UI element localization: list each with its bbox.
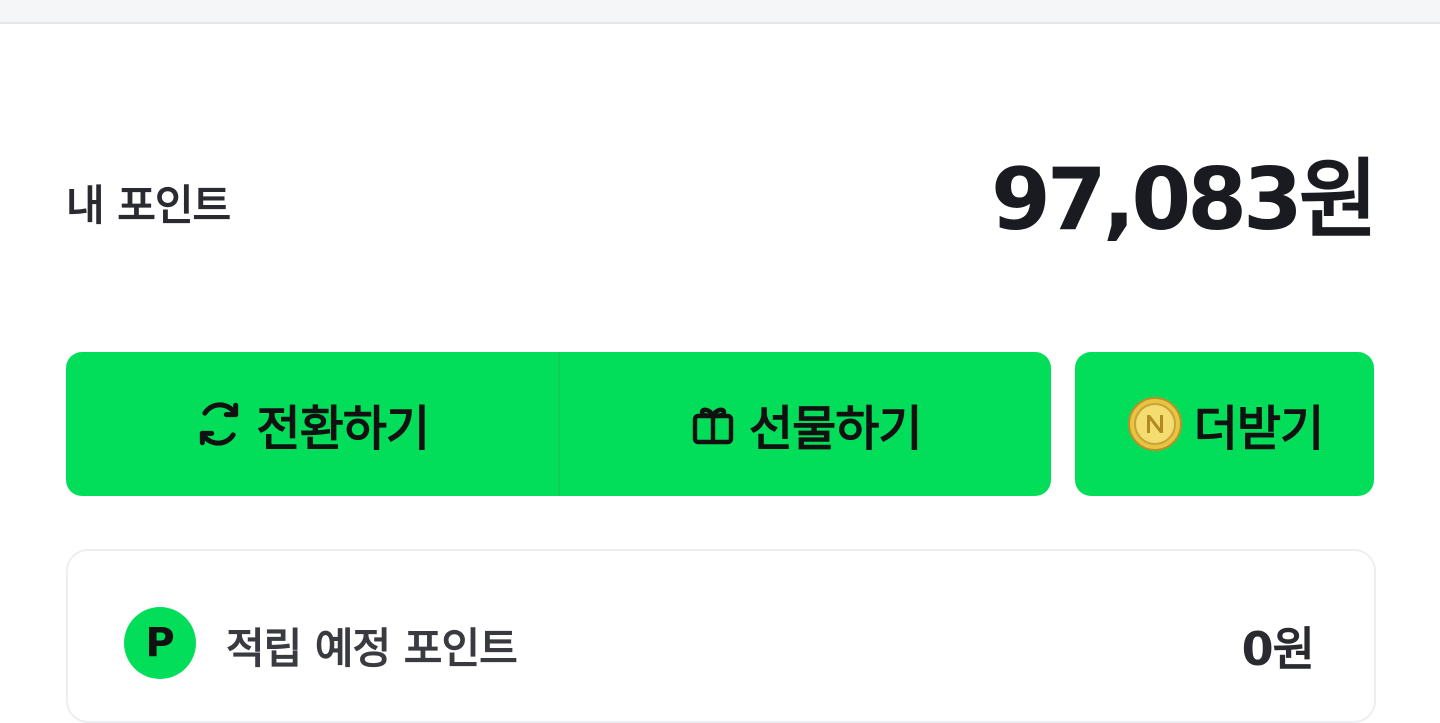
- pending-points-value: 0원: [1241, 622, 1315, 676]
- point-badge-icon: P: [124, 607, 196, 679]
- my-points-section: 내 포인트 97,083원: [66, 150, 1378, 250]
- convert-button[interactable]: 전환하기: [66, 352, 558, 496]
- my-points-label: 내 포인트: [66, 181, 231, 230]
- pending-points-label: 적립 예정 포인트: [226, 624, 518, 673]
- refresh-icon: [194, 399, 244, 449]
- my-points-value: 97,083원: [991, 150, 1378, 250]
- top-bar: [0, 0, 1440, 24]
- gift-button[interactable]: 선물하기: [560, 352, 1052, 496]
- point-actions-group: 전환하기 선물하기: [66, 352, 1051, 496]
- pending-points-card: P 적립 예정 포인트 0원: [66, 549, 1376, 723]
- earn-more-button[interactable]: 더받기: [1075, 352, 1374, 496]
- coin-icon: [1126, 395, 1184, 453]
- earn-more-label: 더받기: [1193, 401, 1324, 457]
- convert-label: 전환하기: [256, 401, 430, 457]
- gift-icon: [689, 400, 737, 448]
- pending-points-row[interactable]: P 적립 예정 포인트 0원: [124, 607, 1315, 679]
- gift-label: 선물하기: [748, 401, 923, 457]
